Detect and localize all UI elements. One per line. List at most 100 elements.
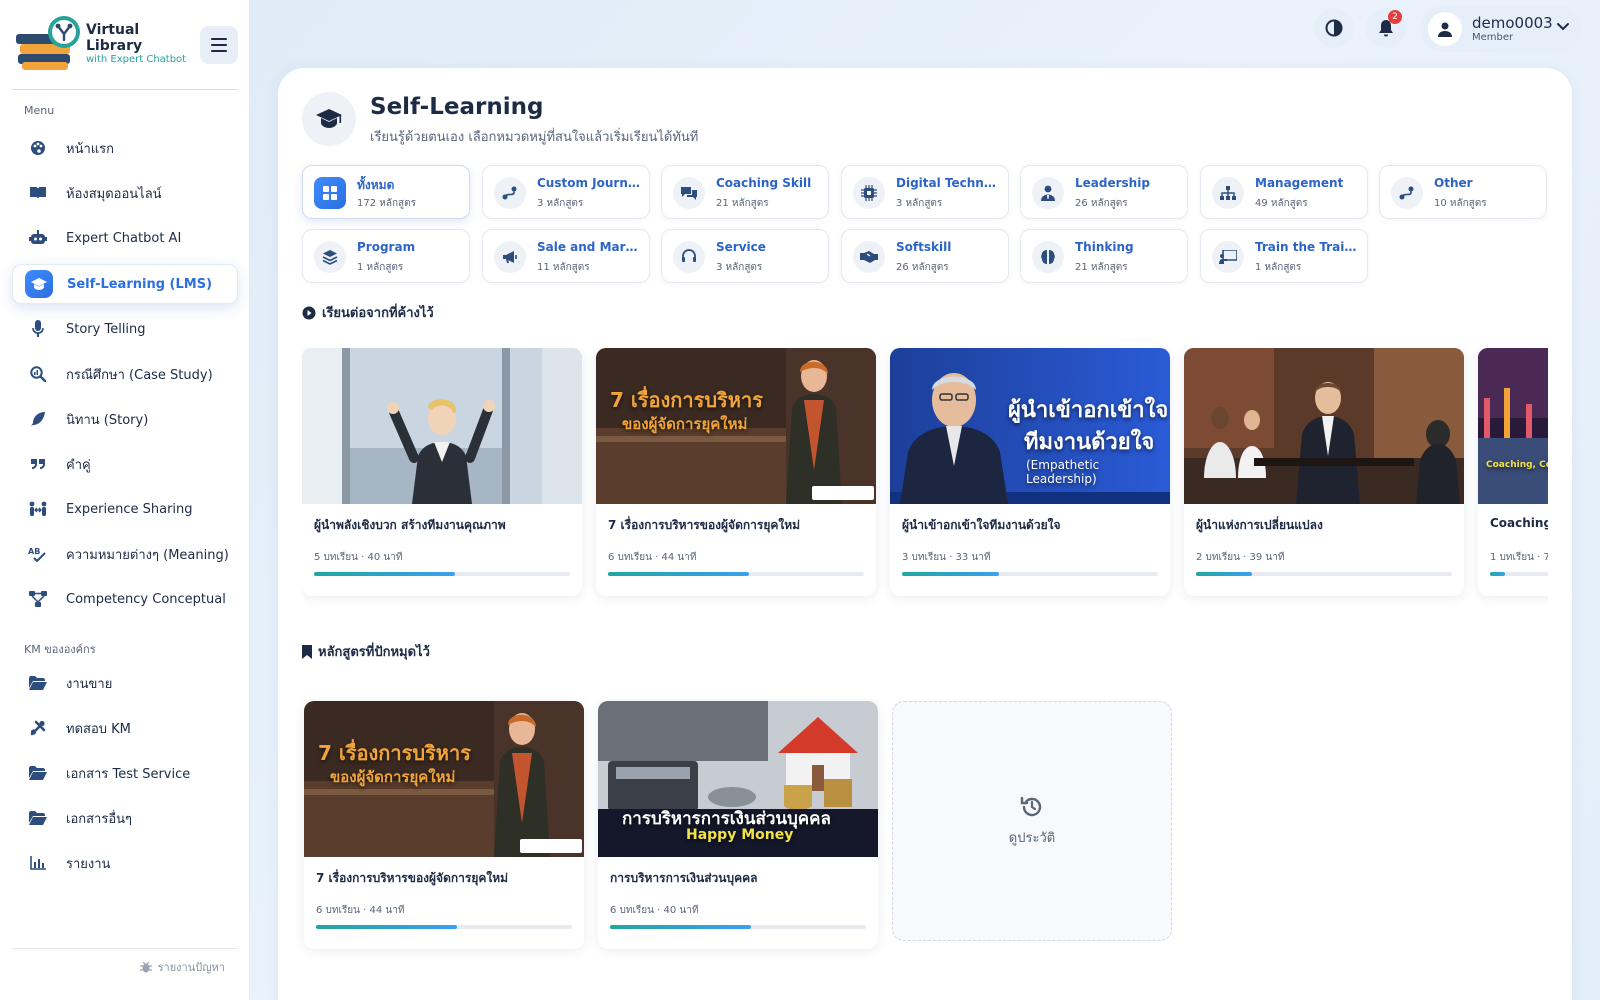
megaphone-icon [494,241,526,273]
main-content: Self-Learning เรียนรู้ด้วยตนเอง เลือกหมว… [278,68,1572,1000]
sidebar-item-label: หน้าแรก [66,141,114,157]
category-custom-journey[interactable]: Custom Journey... 3 หลักสูตร [482,165,650,219]
sidebar-item-sales[interactable]: งานขาย [12,663,238,703]
tools-icon [28,718,48,738]
progress-fill [610,925,751,929]
course-thumbnail [302,348,582,504]
course-card[interactable]: ผู้นำเข้าอกเข้าใจ ทีมงานด้วยใจ (Empathet… [890,348,1170,596]
view-history-card[interactable]: ดูประวัติ [892,701,1172,941]
course-meta: 2 บทเรียน · 39 นาที [1196,552,1285,563]
course-thumbnail: 7 เรื่องการบริหาร ของผู้จัดการยุคใหม่ [304,701,584,857]
progress-fill [316,925,457,929]
handshake-icon [853,241,885,273]
category-service[interactable]: Service 3 หลักสูตร [661,229,829,283]
sidebar-item-word-pairs[interactable]: คำคู่ [12,444,238,484]
category-program[interactable]: Program 1 หลักสูตร [302,229,470,283]
menu-toggle-button[interactable] [200,26,238,64]
category-train-the-trainer[interactable]: Train the Trainer 1 หลักสูตร [1200,229,1368,283]
report-issue-link[interactable]: รายงานปัญหา [139,958,225,976]
sidebar-item-other-docs[interactable]: เอกสารอื่นๆ [12,798,238,838]
category-all[interactable]: ทั้งหมด 172 หลักสูตร [302,165,470,219]
chalkboard-icon [1212,241,1244,273]
category-leadership[interactable]: Leadership 26 หลักสูตร [1020,165,1188,219]
course-card[interactable]: Coaching, Co Coaching, Coa 1 บทเรียน · 7 [1478,348,1548,596]
sidebar-item-test-km[interactable]: ทดสอบ KM [12,708,238,748]
category-count: 3 หลักสูตร [716,262,763,273]
user-name: demo0003 [1472,14,1553,32]
category-thinking[interactable]: Thinking 21 หลักสูตร [1020,229,1188,283]
user-role: Member [1472,32,1514,43]
sidebar-item-experience-sharing[interactable]: Experience Sharing [12,489,238,529]
sidebar-item-label: คำคู่ [66,457,91,473]
graduation-cap-icon [316,109,342,128]
category-name: Softskill [896,240,952,254]
category-name: Other [1434,176,1473,190]
category-count: 172 หลักสูตร [357,198,417,209]
course-card[interactable]: ผู้นำแห่งการเปลี่ยนแปลง 2 บทเรียน · 39 น… [1184,348,1464,596]
sidebar-item-case-study[interactable]: กรณีศึกษา (Case Study) [12,354,238,394]
sidebar-item-reports[interactable]: รายงาน [12,843,238,883]
history-icon [1020,796,1042,816]
thumbnail-caption: ผู้นำเข้าอกเข้าใจ [1008,398,1169,423]
course-card[interactable]: การบริหารการเงินส่วนบุคคล Happy Money กา… [598,701,878,949]
category-count: 26 หลักสูตร [1075,198,1128,209]
category-other[interactable]: Other 10 หลักสูตร [1379,165,1547,219]
sidebar-item-label: ทดสอบ KM [66,721,131,737]
menu-section-label: Menu [24,104,55,117]
sidebar-bottom-divider [12,948,238,949]
route-icon [1391,177,1423,209]
course-card[interactable]: ผู้นำพลังเชิงบวก สร้างทีมงานคุณภาพ 5 บทเ… [302,348,582,596]
category-digital-technology[interactable]: Digital Technolo... 3 หลักสูตร [841,165,1009,219]
folder-open-icon [28,808,48,828]
sidebar-item-online-library[interactable]: ห้องสมุดออนไลน์ [12,173,238,213]
diagram-icon [28,589,48,609]
sidebar-item-label: Story Telling [66,321,146,337]
library-logo-icon [16,16,80,70]
sidebar-item-label: เอกสารอื่นๆ [66,811,133,827]
category-count: 49 หลักสูตร [1255,198,1308,209]
course-card[interactable]: 7 เรื่องการบริหาร ของผู้จัดการยุคใหม่ 7 … [304,701,584,949]
category-coaching-skill[interactable]: Coaching Skill 21 หลักสูตร [661,165,829,219]
sidebar-item-test-service-docs[interactable]: เอกสาร Test Service [12,753,238,793]
category-count: 10 หลักสูตร [1434,198,1487,209]
course-card[interactable]: 7 เรื่องการบริหาร ของผู้จัดการยุคใหม่ 7 … [596,348,876,596]
sidebar-item-meaning[interactable]: AB ความหมายต่างๆ (Meaning) [12,534,238,574]
graduation-cap-icon [25,270,53,298]
category-sale-marketing[interactable]: Sale and Marketi... 11 หลักสูตร [482,229,650,283]
chevron-down-icon [1557,23,1569,31]
course-progress-bar [610,925,866,929]
course-title: 7 เรื่องการบริหารของผู้จัดการยุคใหม่ [316,871,509,885]
sidebar-item-competency-conceptual[interactable]: Competency Conceptual [12,579,238,619]
course-title: 7 เรื่องการบริหารของผู้จัดการยุคใหม่ [608,518,801,532]
sidebar-item-home[interactable]: หน้าแรก [12,128,238,168]
brand-title: Virtual Library [86,22,143,54]
thumbnail-caption: Coaching, Co [1486,460,1548,470]
category-count: 1 หลักสูตร [1255,262,1302,273]
category-name: ทั้งหมด [357,178,395,192]
brand-subtitle: with Expert Chatbot [86,54,187,65]
sidebar-item-expert-chatbot[interactable]: Expert Chatbot AI [12,218,238,258]
category-name: Service [716,240,766,254]
course-meta: 1 บทเรียน · 7 [1490,552,1548,563]
course-progress-bar [314,572,570,576]
course-thumbnail: Coaching, Co [1478,348,1548,504]
progress-fill [314,572,455,576]
sidebar-item-story-telling[interactable]: Story Telling [12,309,238,349]
category-softskill[interactable]: Softskill 26 หลักสูตร [841,229,1009,283]
category-count: 3 หลักสูตร [537,198,584,209]
bookmark-section-heading: หลักสูตรที่ปักหมุดไว้ [302,641,430,662]
play-circle-icon [302,306,316,319]
brand-logo-link[interactable]: Virtual Library with Expert Chatbot [14,14,194,74]
user-menu-button[interactable]: demo0003 Member [1420,6,1582,52]
theme-toggle-button[interactable] [1314,8,1354,48]
course-title: ผู้นำพลังเชิงบวก สร้างทีมงานคุณภาพ [314,518,506,532]
category-management[interactable]: Management 49 หลักสูตร [1200,165,1368,219]
sidebar-item-story[interactable]: นิทาน (Story) [12,399,238,439]
sidebar-item-self-learning[interactable]: Self-Learning (LMS) [12,264,238,304]
feather-icon [28,409,48,429]
notifications-button[interactable]: 2 [1366,8,1406,48]
route-icon [494,177,526,209]
course-progress-bar [1196,572,1452,576]
category-count: 11 หลักสูตร [537,262,590,273]
category-count: 21 หลักสูตร [1075,262,1128,273]
